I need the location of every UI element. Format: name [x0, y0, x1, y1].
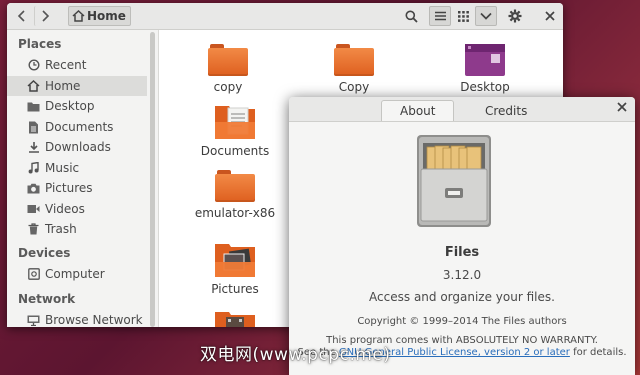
folder-icon [27, 100, 40, 112]
sidebar-item-home[interactable]: Home [7, 76, 147, 96]
sidebar-section-places: Places [18, 37, 62, 51]
sidebar-item-label: Videos [45, 202, 85, 216]
folder-icon [334, 44, 374, 76]
download-icon [27, 141, 40, 153]
sidebar-item-downloads[interactable]: Downloads [7, 137, 147, 157]
about-close-button[interactable] [617, 101, 627, 116]
desktop-folder-icon [465, 44, 505, 76]
tab-about[interactable]: About [381, 100, 455, 121]
tab-credits[interactable]: Credits [467, 100, 545, 121]
path-label: Home [87, 9, 126, 23]
sidebar-item-music[interactable]: Music [7, 158, 147, 178]
sidebar-item-label: Music [45, 161, 80, 175]
file-name: Documents [200, 144, 270, 158]
trash-icon [27, 223, 40, 235]
drive-icon [27, 268, 40, 280]
file-item-copy-2[interactable]: Copy [304, 44, 404, 94]
gear-icon [508, 9, 522, 23]
close-icon [545, 11, 555, 21]
search-button[interactable] [400, 6, 422, 26]
about-header: About Credits [289, 97, 635, 122]
file-name: emulator-x86 [194, 206, 276, 220]
settings-button[interactable] [504, 6, 526, 26]
app-version: 3.12.0 [442, 268, 482, 282]
sidebar-item-label: Documents [45, 120, 114, 134]
file-item-documents[interactable]: Documents [185, 104, 285, 158]
file-item-emulator-x86[interactable]: emulator-x86 [185, 170, 285, 220]
sidebar-item-label: Browse Network [45, 313, 143, 327]
folder-icon [208, 44, 248, 76]
file-name: copy [213, 80, 243, 94]
network-icon [27, 314, 40, 326]
sidebar-section-network: Network [18, 292, 76, 306]
about-dialog: About Credits Files 3.12.0 Access and or… [289, 97, 635, 375]
sidebar-item-label: Downloads [45, 140, 111, 154]
sidebar-item-computer[interactable]: Computer [7, 264, 147, 284]
list-view-icon [434, 11, 446, 21]
sidebar-item-videos[interactable]: Videos [7, 199, 147, 219]
sidebar: Places Recent Home Desktop Documents Dow… [7, 30, 159, 327]
list-view-button[interactable] [429, 6, 451, 26]
sidebar-item-label: Trash [45, 222, 77, 236]
chevron-left-icon [17, 10, 25, 22]
file-name: Pictures [211, 282, 259, 296]
clock-icon [27, 59, 40, 71]
music-icon [27, 162, 40, 174]
watermark-text: 双电网(www.pcpc.me) [200, 345, 391, 365]
sidebar-item-documents[interactable]: Documents [7, 117, 147, 137]
sidebar-item-label: Pictures [45, 181, 93, 195]
sidebar-item-label: Home [45, 79, 81, 93]
close-button[interactable] [539, 6, 561, 26]
chevron-down-icon [480, 12, 492, 20]
back-button[interactable] [12, 6, 32, 26]
file-item-copy[interactable]: copy [178, 44, 278, 94]
home-icon [27, 80, 40, 92]
sidebar-item-trash[interactable]: Trash [7, 219, 147, 239]
sidebar-item-label: Recent [45, 58, 87, 72]
forward-button[interactable] [34, 6, 54, 26]
sidebar-item-label: Desktop [45, 99, 95, 113]
camera-icon [27, 182, 40, 194]
chevron-right-icon [41, 10, 49, 22]
sidebar-section-devices: Devices [18, 246, 71, 260]
file-cabinet-icon [417, 135, 491, 227]
sidebar-item-recent[interactable]: Recent [7, 55, 147, 75]
video-icon [27, 203, 40, 215]
pictures-folder-icon [215, 244, 255, 277]
file-item-partial[interactable] [185, 310, 285, 327]
sidebar-item-label: Computer [45, 267, 105, 281]
sidebar-item-pictures[interactable]: Pictures [7, 178, 147, 198]
sidebar-item-desktop[interactable]: Desktop [7, 96, 147, 116]
folder-icon [215, 170, 255, 202]
file-name: Copy [338, 80, 370, 94]
documents-folder-icon [215, 106, 255, 139]
file-item-desktop[interactable]: Desktop [435, 42, 535, 94]
app-name: Files [444, 245, 480, 260]
copyright: Copyright © 1999–2014 The Files authors [357, 316, 567, 327]
grid-view-icon [457, 10, 469, 22]
app-description: Access and organize your files. [369, 290, 555, 304]
grid-view-button[interactable] [452, 6, 474, 26]
sidebar-scrollbar[interactable] [150, 32, 155, 327]
path-home-button[interactable]: Home [68, 6, 131, 26]
sidebar-item-browse-network[interactable]: Browse Network [7, 310, 147, 327]
home-icon [72, 10, 85, 22]
close-icon [617, 102, 627, 112]
file-name: Desktop [460, 80, 510, 94]
header-bar: Home [7, 3, 563, 30]
videos-folder-icon [215, 312, 255, 327]
license-suffix: for details. [569, 347, 627, 358]
document-icon [27, 121, 40, 133]
search-icon [405, 10, 418, 23]
view-options-button[interactable] [475, 6, 497, 26]
file-item-pictures[interactable]: Pictures [185, 242, 285, 296]
